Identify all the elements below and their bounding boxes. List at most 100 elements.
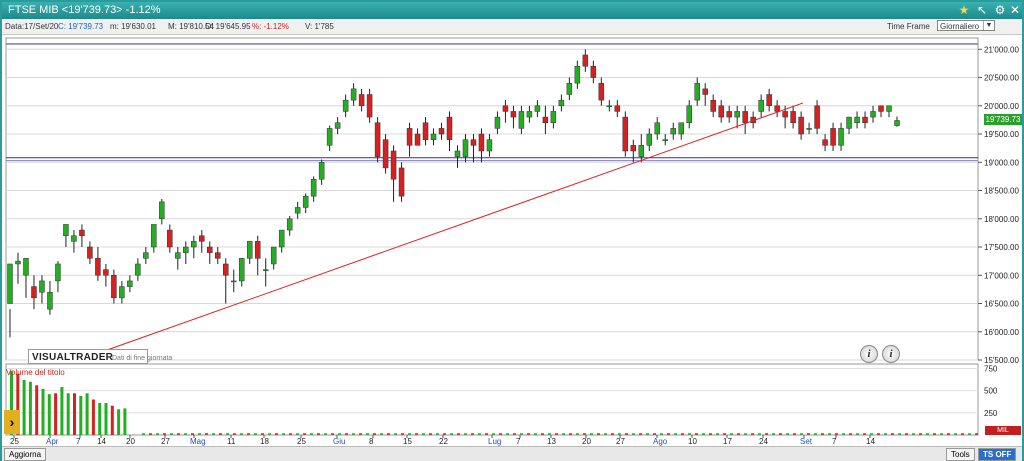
price-axis-label: 18'500.00 [984,187,1019,196]
candle-body [87,246,93,259]
candle-body [846,116,852,129]
candle-body [550,111,557,123]
candle-body [175,252,181,259]
volume-bar [98,403,102,435]
candle-body [702,88,708,95]
candle-body [718,105,724,118]
date-axis-label: 22 [439,437,448,446]
candle-body [782,111,788,118]
candle-body [710,99,716,112]
info-icon[interactable]: i [860,345,878,363]
date-axis-label: 27 [161,437,170,446]
price-pane [5,37,979,361]
volume-bar [104,403,108,435]
candle-body [119,286,125,299]
candle-body [646,133,653,146]
candle-body [294,207,301,214]
volume-pane [5,363,979,436]
date-axis-label: 17 [723,437,732,446]
candle-body [334,122,341,129]
candle-body [502,105,509,112]
date-axis-label: 27 [616,437,625,446]
candle-body [223,263,229,276]
chart-area[interactable]: 21'000.00 20'500.00 20'000.00 19'500.00 19'0… [2,2,1022,446]
candle-body [262,269,269,271]
volume-bar [73,393,76,435]
candle-body [566,82,573,95]
candle-body [127,280,133,287]
candle-body [598,82,605,101]
candle-body [654,122,661,135]
candle-body [23,258,29,276]
candle-body [382,139,389,169]
candle-body [446,116,453,140]
price-axis-label: 19'500.00 [984,130,1019,139]
candle-body [790,111,796,123]
candle-body [358,94,365,107]
date-axis-label: Ago [653,437,668,446]
candle-body [111,275,117,299]
candle-body [95,258,101,276]
volume-bar [79,395,83,435]
candle-body [510,111,517,118]
candle-body [726,111,732,118]
volume-bar [54,393,58,435]
candle-body [590,65,597,78]
volume-axis-label: 750 [984,364,998,373]
date-axis-label: 10 [688,437,697,446]
candle-body [238,258,245,282]
info-icon[interactable]: i [882,345,900,363]
candle-body [159,201,165,220]
date-axis-label: Mag [190,437,206,446]
candle-body [886,105,892,112]
price-axis-label: 19'000.00 [984,158,1019,167]
date-axis-label: 24 [759,437,768,446]
volume-bar [85,393,89,435]
candle-body [270,246,277,265]
candle-body [670,128,677,135]
candle-body [534,105,541,112]
candle-body [406,128,413,146]
candle-body [103,269,109,276]
candle-body [63,224,69,236]
candle-body [230,280,237,283]
candle-body [518,111,525,129]
candle-body [71,235,77,242]
candle-body [606,105,613,108]
candle-body [414,133,421,146]
volume-bar [41,388,45,435]
date-axis-label: 8 [369,437,374,446]
candle-body [486,139,493,152]
volume-unit: MIL [985,426,1021,435]
candle-body [614,105,621,112]
ts-toggle-button[interactable]: TS OFF [978,448,1017,461]
candle-body [526,111,533,118]
candle-body [854,116,860,123]
expand-arrow-icon[interactable]: › [4,410,20,434]
tools-button[interactable]: Tools [946,448,975,461]
candle-body [350,88,357,101]
candle-body [742,111,748,123]
candle-body [31,286,37,299]
candle-body [167,229,173,248]
price-axis-label: 17'000.00 [984,271,1019,280]
date-axis-label: 11 [227,437,236,446]
date-axis-label: 13 [547,437,556,446]
volume-label: Volume del titolo [6,368,65,377]
candle-body [630,145,637,152]
candle-body [310,178,317,197]
refresh-button[interactable]: Aggiorna [4,448,47,461]
date-axis-label: Giu [333,437,345,446]
price-axis-label: 17'500.00 [984,243,1019,252]
status-bar: Aggiorna Tools TS OFF [2,446,1022,461]
date-axis-label: 25 [297,437,306,446]
candle-body [15,260,21,265]
candle-body [814,105,820,129]
candle-body [135,263,141,276]
candle-body [286,218,293,231]
candle-body [822,139,828,146]
volume-axis-label: 500 [984,387,998,396]
candle-body [143,252,149,259]
candle-body [574,65,581,84]
candle-body [374,122,381,157]
